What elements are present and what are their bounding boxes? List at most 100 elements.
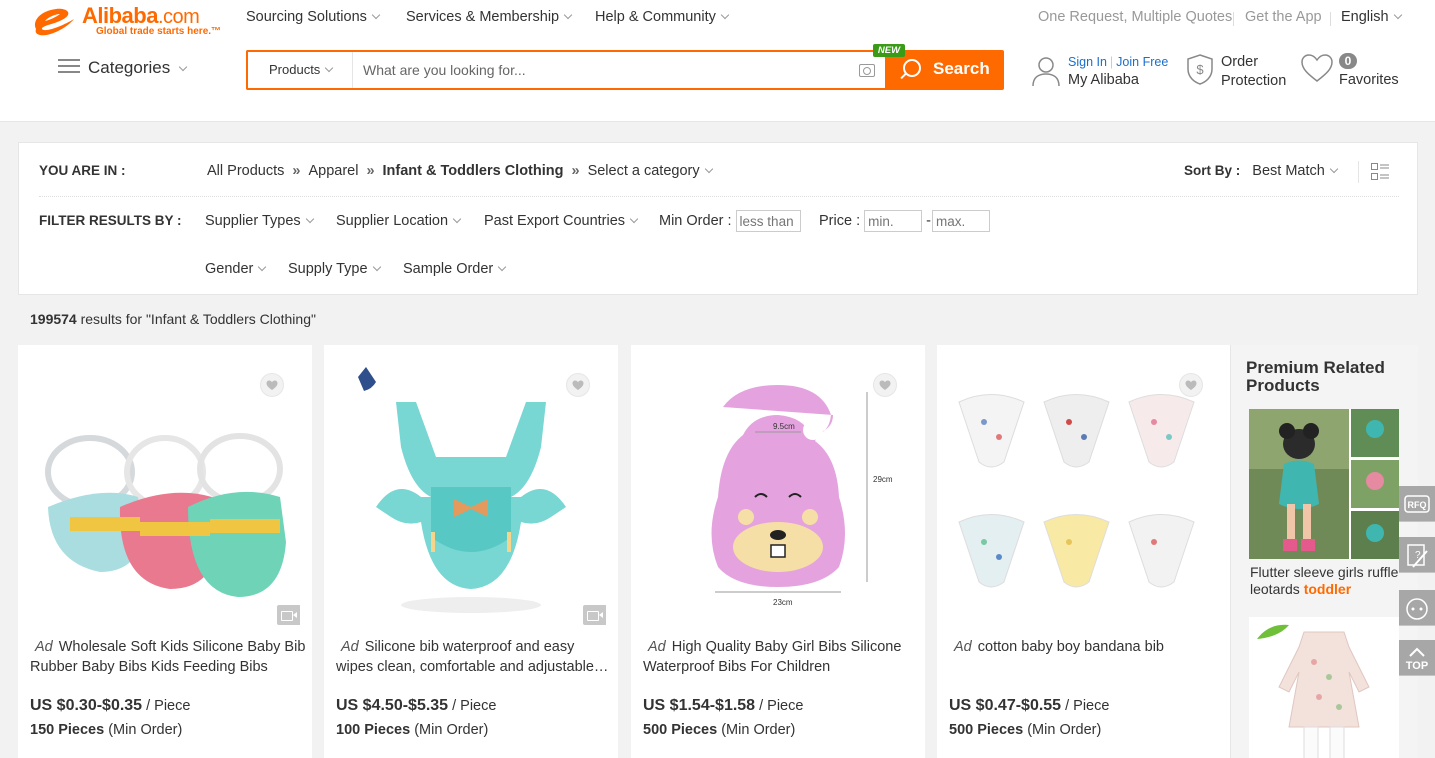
feedback-button[interactable]: ?: [1399, 537, 1435, 573]
dim-top-label: 9.5cm: [773, 422, 795, 431]
search-icon: [903, 59, 921, 77]
chevron-down-icon: [1393, 10, 1402, 20]
product-image[interactable]: [30, 357, 300, 627]
min-order-input[interactable]: [735, 210, 801, 232]
pink-squirrel-bib-image: 9.5cm 29cm 23cm: [643, 357, 913, 627]
product-min-order: 100 Pieces (Min Order): [336, 722, 489, 738]
min-order-filter: Min Order :: [659, 210, 801, 232]
product-card[interactable]: Ad cotton baby boy bandana bib US $0.47-$…: [937, 345, 1231, 758]
video-icon[interactable]: [277, 605, 300, 625]
premium-title: Premium Related Products: [1246, 358, 1385, 395]
filter-gender[interactable]: Gender: [205, 261, 267, 277]
premium-product-caption[interactable]: Flutter sleeve girls ruffle leotards tod…: [1250, 564, 1410, 598]
premium-product-image[interactable]: [1249, 617, 1399, 758]
sort-control: Sort By : Best Match: [1184, 163, 1339, 179]
floral-dress-image: [1249, 617, 1399, 758]
breadcrumb-apparel[interactable]: Apparel: [308, 163, 358, 179]
product-title[interactable]: Ad Wholesale Soft Kids Silicone Baby Bib …: [30, 637, 306, 679]
product-title[interactable]: Ad Silicone bib waterproof and easy wipes…: [336, 637, 612, 679]
sign-in-links: Sign In | Join Free: [1068, 55, 1169, 69]
order-protection-link[interactable]: Order Protection: [1221, 53, 1286, 91]
filter-past-export-countries[interactable]: Past Export Countries: [484, 213, 639, 229]
toddler-leotard-image: [1249, 409, 1399, 559]
product-image[interactable]: [336, 357, 606, 627]
ad-label: Ad: [341, 639, 359, 655]
nav-services-membership[interactable]: Services & Membership: [406, 9, 573, 25]
ad-label: Ad: [648, 639, 666, 655]
sort-label: Sort By :: [1184, 163, 1241, 178]
product-card[interactable]: Ad Silicone bib waterproof and easy wipes…: [324, 345, 618, 758]
chevron-down-icon: [371, 10, 381, 20]
messenger-button[interactable]: [1399, 590, 1435, 626]
product-price: US $0.47-$0.55 / Piece: [949, 697, 1110, 714]
video-icon[interactable]: [583, 605, 606, 625]
dim-side-label: 29cm: [873, 475, 893, 484]
blue-bib-image: [336, 357, 606, 627]
add-to-favorites-heart-icon[interactable]: [260, 373, 284, 397]
product-image[interactable]: 9.5cm 29cm 23cm: [643, 357, 913, 627]
price-min-input[interactable]: [864, 210, 923, 232]
sign-in-link[interactable]: Sign In: [1068, 55, 1107, 69]
favorites-count-badge: 0: [1339, 53, 1357, 69]
filter-supplier-location[interactable]: Supplier Location: [336, 213, 462, 229]
user-icon[interactable]: [1031, 55, 1061, 87]
language-selector[interactable]: English: [1341, 9, 1402, 25]
add-to-favorites-heart-icon[interactable]: [566, 373, 590, 397]
nav-sourcing-solutions[interactable]: Sourcing Solutions: [246, 9, 381, 25]
chevron-down-icon: [305, 214, 314, 224]
svg-text:?: ?: [1415, 550, 1421, 561]
search-bar: Products: [246, 50, 885, 90]
search-category-select[interactable]: Products: [248, 52, 353, 88]
sort-dropdown[interactable]: Best Match: [1252, 163, 1339, 179]
back-to-top-button[interactable]: TOP: [1399, 640, 1435, 676]
add-to-favorites-heart-icon[interactable]: [873, 373, 897, 397]
categories-menu[interactable]: Categories: [58, 58, 188, 78]
chevron-down-icon: [325, 63, 334, 73]
product-card[interactable]: Ad Wholesale Soft Kids Silicone Baby Bib …: [18, 345, 312, 758]
link-one-request[interactable]: One Request, Multiple Quotes: [1038, 9, 1232, 25]
nav-help-community[interactable]: Help & Community: [595, 9, 730, 25]
order-protection-shield-icon[interactable]: $: [1185, 53, 1215, 85]
product-title[interactable]: Ad High Quality Baby Girl Bibs Silicone W…: [643, 637, 919, 679]
price-filter: Price : -: [819, 210, 991, 232]
bandana-bibs-image: [949, 357, 1219, 627]
filter-supplier-types[interactable]: Supplier Types: [205, 213, 314, 229]
chevron-down-icon: [372, 262, 381, 272]
filter-sample-order[interactable]: Sample Order: [403, 261, 507, 277]
premium-product-image[interactable]: [1249, 409, 1399, 559]
select-category-dropdown[interactable]: Select a category: [588, 163, 713, 179]
product-card[interactable]: 9.5cm 29cm 23cm Ad High Quality Baby Girl…: [631, 345, 925, 758]
filter-results-label: FILTER RESULTS BY :: [39, 213, 182, 228]
product-price: US $4.50-$5.35 / Piece: [336, 697, 497, 714]
alibaba-logo-mark-icon: [34, 8, 74, 36]
list-view-toggle-icon[interactable]: [1371, 163, 1389, 181]
product-title[interactable]: Ad cotton baby boy bandana bib: [949, 637, 1225, 679]
breadcrumb-current: Infant & Toddlers Clothing: [382, 163, 564, 179]
logo-tagline: Global trade starts here.™: [96, 26, 222, 37]
my-alibaba-link[interactable]: My Alibaba: [1068, 72, 1139, 88]
alibaba-logo[interactable]: Alibaba.com Global trade starts here.™: [30, 3, 230, 43]
rfq-icon: RFQ: [1404, 495, 1430, 513]
chevron-down-icon: [629, 214, 639, 224]
product-min-order: 500 Pieces (Min Order): [643, 722, 796, 738]
favorites-link[interactable]: Favorites: [1339, 72, 1399, 88]
join-free-link[interactable]: Join Free: [1116, 55, 1168, 69]
chevron-down-icon: [498, 262, 507, 272]
price-max-input[interactable]: [932, 210, 991, 232]
camera-icon[interactable]: [859, 64, 875, 77]
new-badge: NEW: [873, 44, 905, 57]
add-to-favorites-heart-icon[interactable]: [1179, 373, 1203, 397]
search-input[interactable]: [354, 52, 844, 88]
product-price: US $1.54-$1.58 / Piece: [643, 697, 804, 714]
silicone-bibs-image: [30, 357, 300, 627]
favorites-heart-icon[interactable]: [1300, 53, 1334, 83]
link-get-app[interactable]: Get the App: [1245, 9, 1322, 25]
rfq-button[interactable]: RFQ: [1399, 486, 1435, 522]
you-are-in-label: YOU ARE IN :: [39, 163, 126, 178]
premium-related-products: Premium Related Products Flutter sleeve …: [1230, 345, 1418, 758]
chevron-down-icon: [704, 164, 713, 174]
product-min-order: 150 Pieces (Min Order): [30, 722, 183, 738]
filter-supply-type[interactable]: Supply Type: [288, 261, 381, 277]
product-image[interactable]: [949, 357, 1219, 627]
breadcrumb-all-products[interactable]: All Products: [207, 163, 284, 179]
